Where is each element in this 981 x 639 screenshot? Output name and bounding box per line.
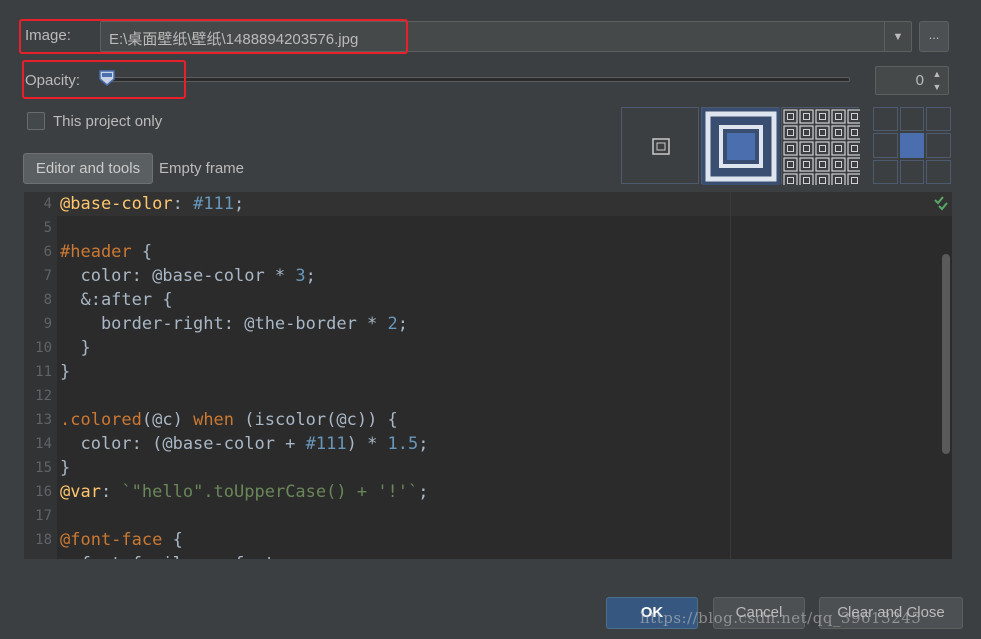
image-label: Image: xyxy=(25,27,71,44)
code-line: 15} xyxy=(24,456,952,480)
code-line: font-family: myfont; xyxy=(24,552,952,559)
spinner-down-icon[interactable]: ▼ xyxy=(933,82,942,92)
this-project-only-label[interactable]: This project only xyxy=(53,113,162,130)
line-number: 18 xyxy=(35,532,52,548)
editor-preview: 4 @base-color: #111; 5 6 #header {7 color: @… xyxy=(24,192,952,559)
code-text: @var: `"hello".toUpperCase() + '!'`; xyxy=(60,482,429,502)
tile-icon xyxy=(782,108,862,188)
line-number: 11 xyxy=(35,364,52,380)
spinner-up-icon[interactable]: ▲ xyxy=(933,69,942,79)
code-line: 7 color: @base-color * 3; xyxy=(24,264,952,288)
code-line: 6 #header { xyxy=(24,240,952,264)
tab-empty-frame[interactable]: Empty frame xyxy=(159,160,244,177)
code-text: &:after { xyxy=(60,290,173,310)
line-number: 5 xyxy=(43,220,52,236)
code-text: #header { xyxy=(60,242,153,262)
line-number: 8 xyxy=(43,292,52,308)
code-line: 13 .colored(@c) when (iscolor(@c)) { xyxy=(24,408,952,432)
anchor-bottom[interactable] xyxy=(899,159,925,184)
opacity-spinner[interactable]: 0 ▲ ▼ xyxy=(875,66,949,95)
code-line: 10 } xyxy=(24,336,952,360)
anchor-center[interactable] xyxy=(899,133,925,158)
code-line: 16 @var: `"hello".toUpperCase() + '!'`; xyxy=(24,480,952,504)
fill-mode-tile[interactable] xyxy=(781,107,862,188)
line-number: 6 xyxy=(43,244,52,260)
line-number: 12 xyxy=(35,388,52,404)
center-icon xyxy=(652,138,670,155)
code-text: } xyxy=(60,338,91,358)
image-dropdown-button[interactable]: ▼ xyxy=(884,22,911,51)
code-line: 14 color: (@base-color + #111) * 1.5; xyxy=(24,432,952,456)
code-text: } xyxy=(60,362,71,382)
opacity-value[interactable]: 0 xyxy=(916,72,924,89)
code-text: color: @base-color * 3; xyxy=(60,266,316,286)
chevron-down-icon: ▼ xyxy=(892,30,904,43)
code-line: 11} xyxy=(24,360,952,384)
code-line: 4 @base-color: #111; xyxy=(24,192,952,216)
code-line: 9 border-right: @the-border * 2; xyxy=(24,312,952,336)
code-line: 12 xyxy=(24,384,952,408)
watermark: https://blog.csdn.net/qq_39613245 xyxy=(640,609,922,627)
image-path-value[interactable]: E:\桌面壁纸\壁纸\1488894203576.jpg xyxy=(109,28,358,49)
anchor-grid[interactable] xyxy=(873,107,951,184)
tab-editor-and-tools[interactable]: Editor and tools xyxy=(23,153,153,184)
anchor-bottom-right[interactable] xyxy=(926,159,951,184)
line-number: 14 xyxy=(35,436,52,452)
anchor-top[interactable] xyxy=(899,107,925,132)
inspection-ok-icon[interactable] xyxy=(933,195,949,211)
line-number: 17 xyxy=(35,508,52,524)
code-line: 18 @font-face { xyxy=(24,528,952,552)
anchor-top-right[interactable] xyxy=(926,107,951,132)
fill-mode-stretch[interactable] xyxy=(701,107,780,185)
line-number: 9 xyxy=(43,316,52,332)
this-project-only-checkbox[interactable] xyxy=(27,112,45,130)
anchor-bottom-left[interactable] xyxy=(873,159,898,184)
anchor-top-left[interactable] xyxy=(873,107,898,132)
code-line: 5 xyxy=(24,216,952,240)
line-number: 13 xyxy=(35,412,52,428)
image-path-combobox[interactable]: E:\桌面壁纸\壁纸\1488894203576.jpg ▼ xyxy=(100,21,912,52)
line-number: 7 xyxy=(43,268,52,284)
opacity-label: Opacity: xyxy=(25,72,81,89)
anchor-right[interactable] xyxy=(926,133,951,158)
line-number: 4 xyxy=(43,196,52,212)
code-text: .colored(@c) when (iscolor(@c)) { xyxy=(60,410,398,430)
code-lines: 4 @base-color: #111; 5 6 #header {7 color: @… xyxy=(24,192,952,559)
code-line: 8 &:after { xyxy=(24,288,952,312)
code-text: } xyxy=(60,458,71,478)
vertical-scrollbar[interactable] xyxy=(942,254,950,454)
line-number: 15 xyxy=(35,460,52,476)
browse-button[interactable]: ... xyxy=(919,21,949,52)
code-text: @font-face { xyxy=(60,530,183,550)
line-number: 16 xyxy=(35,484,52,500)
opacity-slider[interactable] xyxy=(104,77,850,82)
fill-mode-center[interactable] xyxy=(621,107,699,184)
line-number: 10 xyxy=(35,340,52,356)
code-text: border-right: @the-border * 2; xyxy=(60,314,409,334)
anchor-left[interactable] xyxy=(873,133,898,158)
code-text: font-family: myfont; xyxy=(60,552,285,559)
code-text: @base-color: #111; xyxy=(60,194,245,214)
stretch-icon xyxy=(702,108,780,185)
opacity-slider-thumb[interactable] xyxy=(98,69,116,87)
code-line: 17 xyxy=(24,504,952,528)
code-text: color: (@base-color + #111) * 1.5; xyxy=(60,434,429,454)
